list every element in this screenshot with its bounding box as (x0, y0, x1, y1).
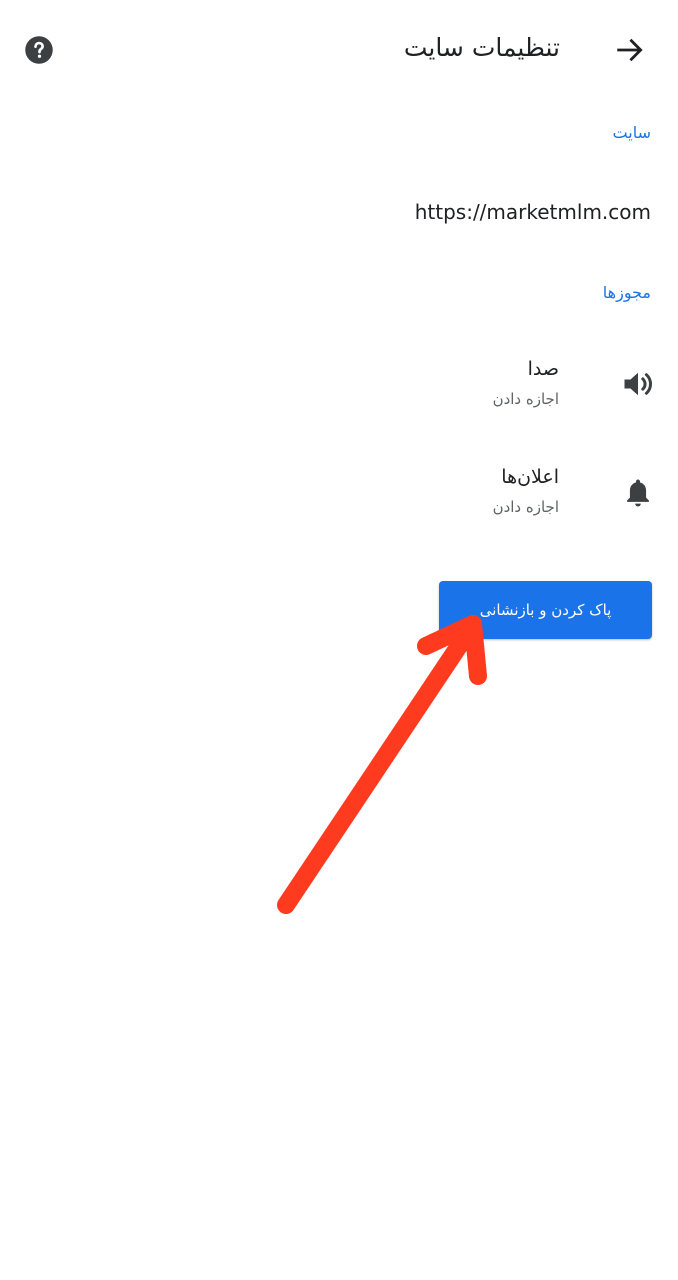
permission-title: صدا (527, 358, 559, 380)
annotation-arrow-icon (277, 615, 487, 914)
permission-title: اعلان‌ها (501, 466, 559, 488)
site-section-header: سایت (612, 123, 651, 142)
arrow-forward-icon (617, 38, 643, 62)
permission-status: اجازه دادن (492, 498, 559, 516)
permission-status: اجازه دادن (492, 390, 559, 408)
bell-icon (618, 472, 658, 512)
back-button[interactable] (600, 22, 660, 78)
volume-icon (618, 364, 658, 404)
permission-row-sound[interactable]: صدا اجازه دادن (0, 338, 678, 434)
clear-and-reset-button[interactable]: پاک کردن و بازنشانی (439, 581, 652, 639)
site-url: https://marketmlm.com (414, 200, 651, 224)
page-title: تنظیمات سایت (403, 33, 560, 62)
help-circle-icon (25, 36, 53, 64)
permissions-section-header: مجوزها (602, 283, 651, 302)
help-button[interactable] (14, 22, 64, 78)
permission-row-notifications[interactable]: اعلان‌ها اجازه دادن (0, 446, 678, 542)
